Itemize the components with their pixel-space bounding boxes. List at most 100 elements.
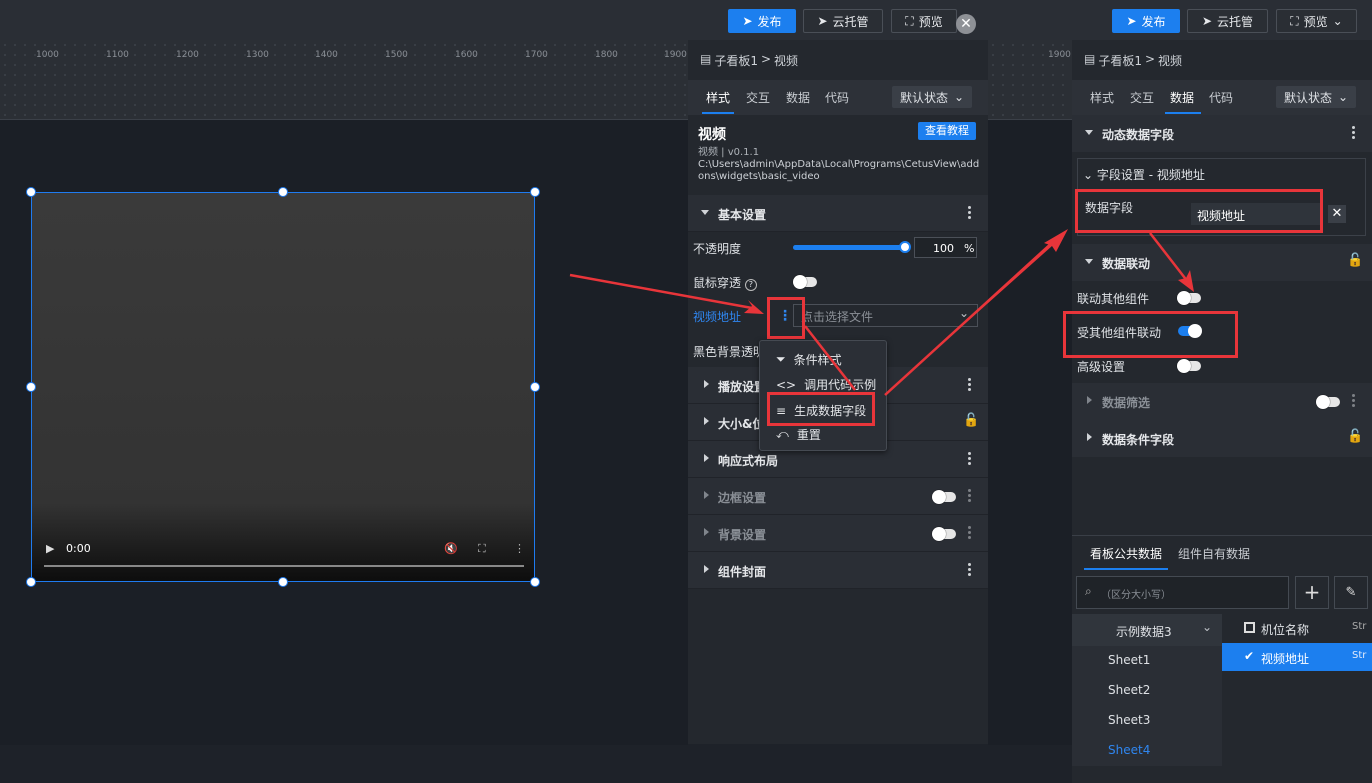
ruler-label: 1700 xyxy=(525,50,548,60)
tab-interaction[interactable]: 交互 xyxy=(746,89,770,106)
menu-item-label: 调用代码示例 xyxy=(804,378,877,392)
close-icon[interactable]: ✕ xyxy=(956,14,976,34)
mouse-through-toggle[interactable] xyxy=(793,275,817,289)
resize-handle[interactable] xyxy=(26,187,36,197)
section-cover[interactable]: 组件封面 xyxy=(688,552,988,589)
section-background[interactable]: 背景设置 xyxy=(688,515,988,552)
menu-item-code-example[interactable]: <> 调用代码示例 xyxy=(776,376,876,393)
resize-handle[interactable] xyxy=(278,187,288,197)
fullscreen-icon: ⛶ xyxy=(1290,13,1299,28)
ruler-right: 1900 xyxy=(988,40,1072,120)
file-select[interactable]: 点击选择文件 ⌄ xyxy=(793,304,978,327)
column-row[interactable]: 机位名称 Str xyxy=(1222,614,1372,643)
search-input[interactable]: ⌕ （区分大小写） xyxy=(1076,576,1289,609)
mute-icon[interactable]: 🔇 xyxy=(444,542,458,555)
tab-own-data[interactable]: 组件自有数据 xyxy=(1178,545,1250,562)
tab-data[interactable]: 数据 xyxy=(786,89,810,106)
more-vertical-icon[interactable] xyxy=(968,452,972,467)
breadcrumb-parent[interactable]: 子看板1 xyxy=(714,52,758,69)
help-icon[interactable]: ? xyxy=(744,279,757,291)
tab-code[interactable]: 代码 xyxy=(825,89,849,106)
video-widget[interactable]: ▶ 0:00 🔇 ⛶ ⋮ xyxy=(31,192,535,582)
resize-handle[interactable] xyxy=(26,577,36,587)
breadcrumb-parent[interactable]: 子看板1 xyxy=(1098,52,1142,69)
menu-item-condition-style[interactable]: ⏷ 条件样式 xyxy=(776,351,842,368)
more-vertical-icon[interactable] xyxy=(968,563,972,578)
sheet-item-active[interactable]: Sheet4 xyxy=(1108,743,1150,757)
dataset-header[interactable]: 示例数据3 ⌄ xyxy=(1072,614,1222,646)
resize-handle[interactable] xyxy=(26,382,36,392)
section-dynamic-field[interactable]: 动态数据字段 xyxy=(1072,115,1372,152)
filter-toggle[interactable] xyxy=(1316,395,1340,409)
resize-handle[interactable] xyxy=(530,577,540,587)
tab-public-data[interactable]: 看板公共数据 xyxy=(1090,545,1162,562)
preview-button[interactable]: ⛶ 预览 xyxy=(891,9,957,33)
publish-button[interactable]: ➤ 发布 xyxy=(728,9,796,33)
resize-handle[interactable] xyxy=(278,577,288,587)
column-name: 机位名称 xyxy=(1261,623,1310,637)
tab-data[interactable]: 数据 xyxy=(1170,89,1194,106)
cloud-button[interactable]: ➤ 云托管 xyxy=(803,9,883,33)
edit-button[interactable]: ✎ xyxy=(1334,576,1368,609)
lock-icon[interactable]: 🔓 xyxy=(1347,429,1363,444)
lock-icon[interactable]: 🔓 xyxy=(1347,253,1363,268)
close-icon[interactable]: ✕ xyxy=(1328,205,1346,223)
more-vertical-icon[interactable] xyxy=(1352,126,1356,141)
section-basic[interactable]: 基本设置 xyxy=(688,195,988,232)
preview-button-right[interactable]: ⛶ 预览 ⌄ xyxy=(1276,9,1357,33)
progress-track[interactable] xyxy=(44,565,524,567)
more-vertical-icon[interactable] xyxy=(968,378,972,393)
section-data-filter[interactable]: 数据筛选 xyxy=(1072,383,1372,420)
publish-button-right[interactable]: ➤ 发布 xyxy=(1112,9,1180,33)
more-vertical-icon[interactable] xyxy=(1352,394,1356,409)
column-row-selected[interactable]: ✔ 视频地址 Str xyxy=(1222,643,1372,671)
section-title: 数据条件字段 xyxy=(1102,433,1175,447)
checkbox-icon[interactable] xyxy=(1244,622,1255,633)
section-condition-field[interactable]: 数据条件字段 🔓 xyxy=(1072,420,1372,457)
more-vertical-icon[interactable] xyxy=(968,526,972,541)
section-border[interactable]: 边框设置 xyxy=(688,478,988,515)
link-other-toggle[interactable] xyxy=(1177,291,1201,305)
menu-item-reset[interactable]: ⤺ 重置 xyxy=(776,426,821,443)
mouse-through-text: 鼠标穿透 xyxy=(693,276,742,290)
edit-icon: ✎ xyxy=(1345,585,1357,600)
lock-icon[interactable]: 🔓 xyxy=(963,413,979,428)
more-vertical-icon[interactable] xyxy=(968,206,972,221)
sheet-item[interactable]: Sheet3 xyxy=(1108,713,1150,727)
opacity-input[interactable]: 100 % xyxy=(914,237,977,258)
chevron-down-icon: ⌄ xyxy=(958,306,969,320)
ruler-label: 1100 xyxy=(106,50,129,60)
state-select-value: 默认状态 xyxy=(1283,90,1332,105)
tab-code[interactable]: 代码 xyxy=(1209,89,1233,106)
tutorial-button[interactable]: 查看教程 xyxy=(918,122,976,140)
opacity-slider[interactable] xyxy=(793,241,911,253)
section-data-linkage[interactable]: 数据联动 🔓 xyxy=(1072,244,1372,281)
canvas-right xyxy=(988,120,1072,745)
tab-interaction[interactable]: 交互 xyxy=(1130,89,1154,106)
tab-style[interactable]: 样式 xyxy=(706,89,730,106)
state-select-right[interactable]: 默认状态 ⌄ xyxy=(1276,86,1356,108)
fullscreen-icon[interactable]: ⛶ xyxy=(478,542,486,556)
play-icon[interactable]: ▶ xyxy=(46,542,54,555)
state-select[interactable]: 默认状态 ⌄ xyxy=(892,86,972,108)
advanced-toggle[interactable] xyxy=(1177,359,1201,373)
sheet-item[interactable]: Sheet1 xyxy=(1108,653,1150,667)
sheet-item[interactable]: Sheet2 xyxy=(1108,683,1150,697)
border-toggle[interactable] xyxy=(932,490,956,504)
breadcrumb-right: ▤ 子看板1 > 视频 xyxy=(1084,52,1182,69)
resize-handle[interactable] xyxy=(530,187,540,197)
ruler-label: 1600 xyxy=(455,50,478,60)
more-vertical-icon[interactable] xyxy=(968,489,972,504)
background-toggle[interactable] xyxy=(932,527,956,541)
opacity-slider-thumb[interactable] xyxy=(899,241,911,253)
resize-handle[interactable] xyxy=(530,382,540,392)
more-icon[interactable]: ⋮ xyxy=(514,542,525,555)
tab-style[interactable]: 样式 xyxy=(1090,89,1114,106)
chevron-down-icon: ⌄ xyxy=(1337,90,1349,104)
caret-right-icon xyxy=(1087,433,1092,441)
add-button[interactable]: + xyxy=(1295,576,1329,609)
field-setting-header[interactable]: ⌄ 字段设置 - 视频地址 xyxy=(1083,166,1205,183)
cloud-button-right[interactable]: ➤ 云托管 xyxy=(1187,9,1268,33)
send-icon: ➤ xyxy=(1126,14,1137,28)
column-name: 视频地址 xyxy=(1261,652,1310,666)
